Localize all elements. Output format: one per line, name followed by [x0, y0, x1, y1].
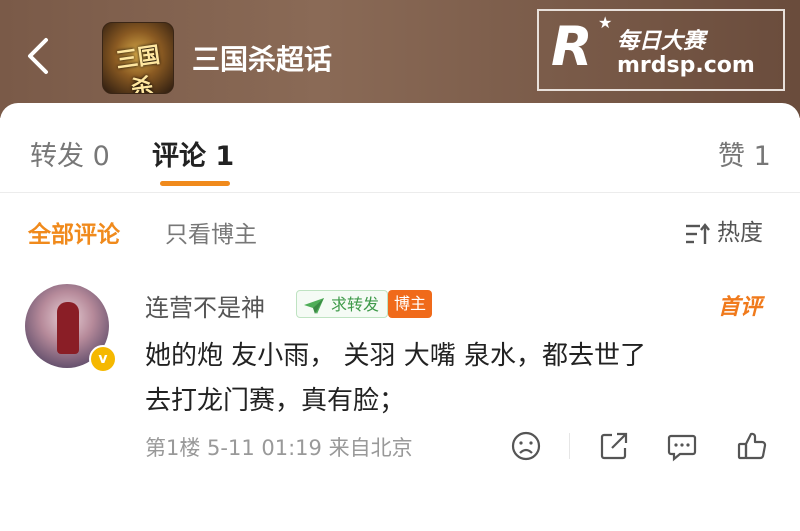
chevron-left-icon[interactable] — [22, 36, 54, 76]
watermark-letter: R — [551, 15, 593, 78]
sort-button[interactable]: 热度 — [685, 213, 763, 247]
first-comment-label: 首评 — [718, 295, 763, 320]
action-separator — [569, 433, 570, 459]
sort-label: 热度 — [717, 220, 763, 246]
paper-plane-icon — [304, 297, 324, 314]
repost-request-badge[interactable]: 求转发 — [296, 290, 389, 318]
divider — [0, 192, 800, 193]
avatar-figure — [57, 302, 79, 354]
filter-owner-only[interactable]: 只看博主 — [165, 215, 257, 249]
thumbs-up-icon[interactable] — [736, 430, 768, 462]
comment-username[interactable]: 连营不是神 — [145, 288, 265, 323]
watermark-url: mrdsp.com — [617, 53, 755, 78]
tab-repost[interactable]: 转发 0 — [30, 134, 110, 173]
tab-likes[interactable]: 赞 1 — [718, 134, 771, 173]
top-bar: 三国杀 三国杀超话 R ★ 每日大赛 mrdsp.com — [0, 0, 800, 118]
comment-meta: 第1楼 5-11 01:19 来自北京 — [145, 436, 413, 460]
verified-badge-icon: v — [89, 345, 117, 373]
share-icon[interactable] — [598, 430, 630, 462]
star-icon: ★ — [598, 13, 613, 32]
group-emblem: 三国杀 — [114, 42, 162, 94]
watermark-brand: 每日大赛 — [617, 29, 706, 54]
filter-all-comments[interactable]: 全部评论 — [28, 215, 120, 249]
frown-face-icon[interactable] — [510, 430, 542, 462]
group-avatar[interactable]: 三国杀 — [102, 22, 174, 94]
active-tab-indicator — [160, 181, 230, 186]
sort-lines-icon — [686, 222, 710, 244]
tab-comments[interactable]: 评论 1 — [152, 134, 234, 173]
comment-bubble-icon[interactable] — [666, 430, 698, 462]
owner-badge: 博主 — [388, 290, 433, 318]
repost-badge-label: 求转发 — [331, 295, 380, 314]
comment-text: 她的炮 友小雨， 关羽 大嘴 泉水，都去世了 去打龙门赛，真有脸； — [145, 341, 647, 416]
watermark-logo: R ★ 每日大赛 mrdsp.com — [537, 9, 785, 91]
group-title[interactable]: 三国杀超话 — [192, 38, 332, 78]
